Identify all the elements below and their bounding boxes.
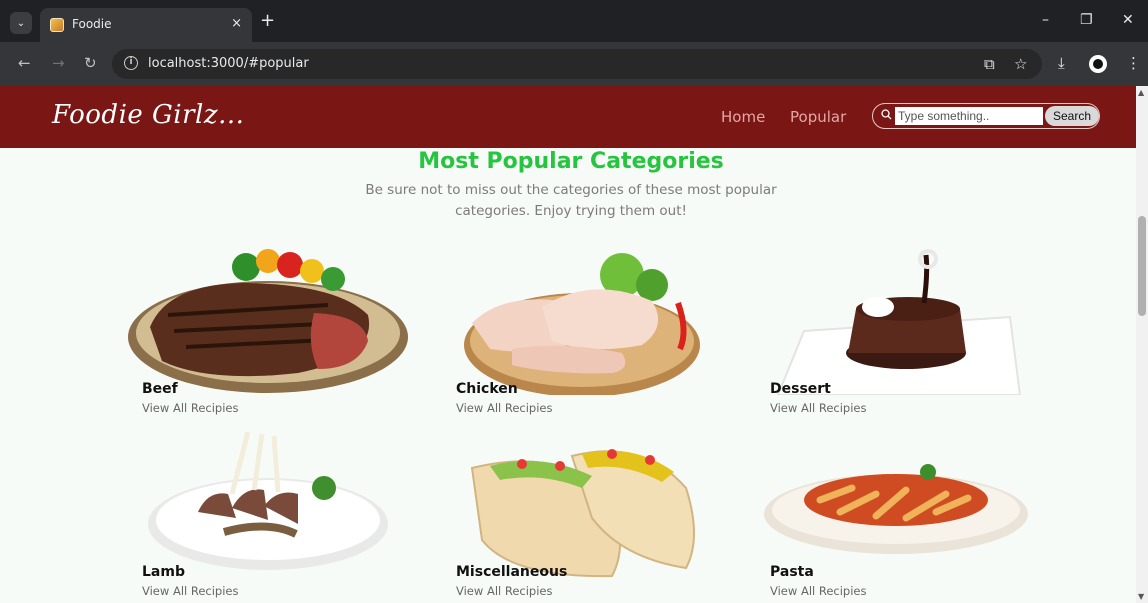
reload-icon[interactable]: ↻ [84, 54, 97, 72]
category-card-miscellaneous[interactable]: Miscellaneous View All Recipies [442, 428, 722, 598]
minimize-icon[interactable]: – [1042, 12, 1049, 28]
view-all-link[interactable]: View All Recipies [770, 584, 867, 598]
search-button[interactable]: Search [1045, 106, 1099, 126]
view-all-link[interactable]: View All Recipies [142, 584, 239, 598]
profile-avatar[interactable] [1089, 55, 1107, 73]
dessert-image [776, 249, 1022, 395]
category-card-beef[interactable]: Beef View All Recipies [128, 245, 408, 415]
section-title: Most Popular Categories [418, 149, 724, 174]
taco-image [470, 449, 695, 578]
nav-link-popular[interactable]: Popular [790, 108, 846, 126]
site-navbar: Foodie Girlz... Home Popular Search [0, 86, 1136, 148]
search-icon [881, 109, 892, 123]
steak-image [128, 249, 408, 393]
close-window-icon[interactable]: ✕ [1122, 12, 1134, 28]
menu-kebab-icon[interactable]: ⋮ [1126, 54, 1141, 72]
scroll-down-icon[interactable]: ▼ [1138, 592, 1144, 601]
download-icon[interactable]: ⤓ [1058, 54, 1065, 72]
browser-tabstrip: ⌄ Foodie × + – ❐ ✕ [0, 0, 1148, 42]
install-app-icon[interactable]: ⧉ [984, 55, 995, 73]
forward-arrow-icon[interactable]: → [52, 54, 65, 72]
category-card-pasta[interactable]: Pasta View All Recipies [756, 428, 1036, 598]
scroll-up-icon[interactable]: ▲ [1138, 88, 1144, 97]
category-card-lamb[interactable]: Lamb View All Recipies [128, 428, 408, 598]
site-info-icon[interactable]: i [124, 56, 138, 70]
search-form: Search [872, 103, 1100, 129]
category-card-chicken[interactable]: Chicken View All Recipies [442, 245, 722, 415]
tab-title: Foodie [72, 17, 112, 31]
view-all-link[interactable]: View All Recipies [770, 401, 867, 415]
search-input[interactable] [895, 107, 1043, 125]
tab-favicon-icon [50, 18, 64, 32]
address-bar[interactable]: i localhost:3000/#popular ⧉ ☆ [112, 49, 1042, 79]
category-name[interactable]: Beef [142, 381, 178, 397]
category-card-dessert[interactable]: Dessert View All Recipies [756, 245, 1036, 415]
url-text[interactable]: localhost:3000/#popular [148, 56, 309, 71]
category-name[interactable]: Dessert [770, 381, 831, 397]
view-all-link[interactable]: View All Recipies [456, 401, 553, 415]
restore-icon[interactable]: ❐ [1080, 12, 1093, 28]
category-name[interactable]: Chicken [456, 381, 518, 397]
tab-close-icon[interactable]: × [231, 16, 242, 31]
chicken-image [464, 253, 700, 395]
browser-toolbar: ← → ↻ i localhost:3000/#popular ⧉ ☆ ⤓ ⋮ [0, 42, 1148, 86]
nav-link-home[interactable]: Home [721, 108, 765, 126]
category-name[interactable]: Lamb [142, 564, 185, 580]
tab-search-chevron-icon[interactable]: ⌄ [10, 12, 32, 34]
lamb-image [148, 431, 388, 570]
brand-logo[interactable]: Foodie Girlz... [52, 100, 244, 130]
category-name[interactable]: Pasta [770, 564, 814, 580]
back-arrow-icon[interactable]: ← [18, 54, 31, 72]
category-name[interactable]: Miscellaneous [456, 564, 567, 580]
view-all-link[interactable]: View All Recipies [456, 584, 553, 598]
scroll-thumb[interactable] [1138, 216, 1146, 316]
browser-tab[interactable]: Foodie × [40, 8, 252, 42]
bookmark-star-icon[interactable]: ☆ [1014, 55, 1027, 73]
pasta-image [764, 464, 1028, 554]
section-description: Be sure not to miss out the categories o… [365, 182, 777, 219]
new-tab-icon[interactable]: + [260, 10, 275, 31]
view-all-link[interactable]: View All Recipies [142, 401, 239, 415]
